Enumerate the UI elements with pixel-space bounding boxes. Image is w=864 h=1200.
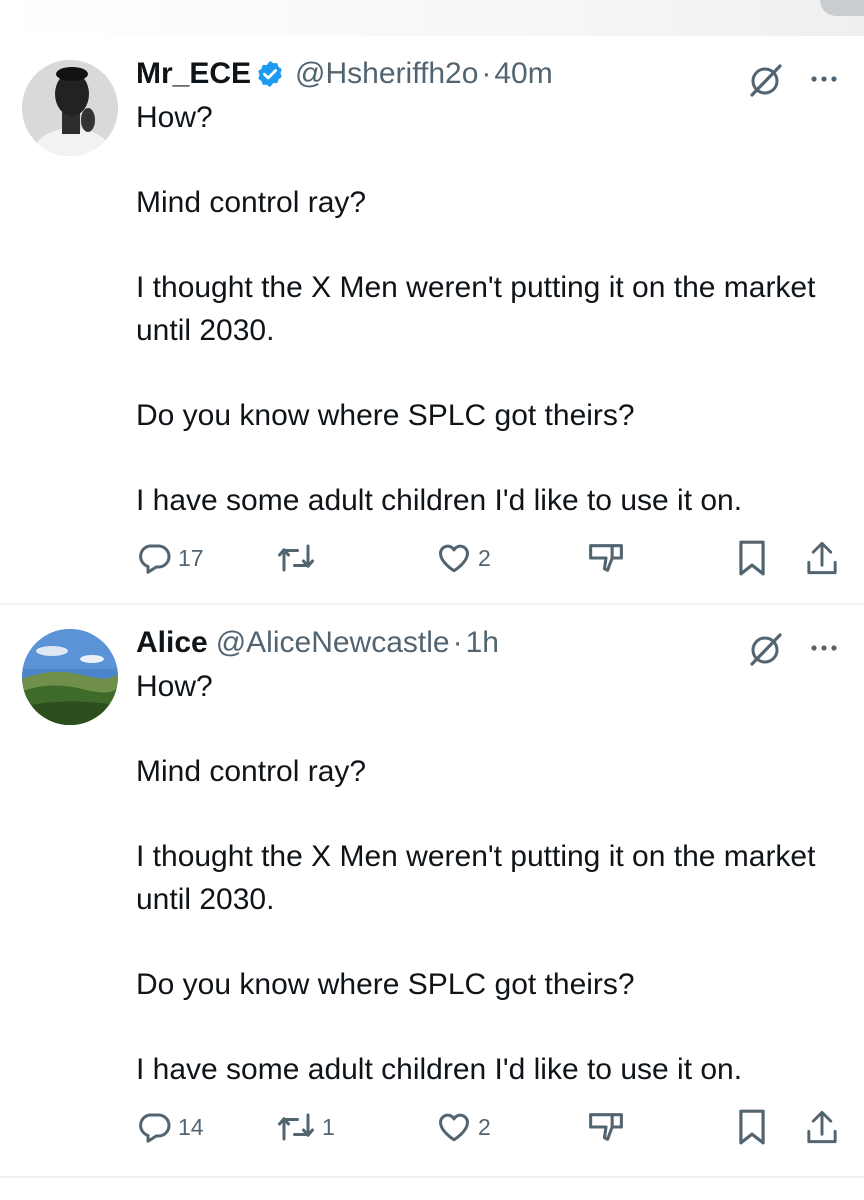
- like-icon: [438, 1113, 470, 1142]
- tweet-header: Mr_ECE @Hsheriffh2o · 40m: [136, 54, 553, 94]
- retweet-count: 1: [322, 1113, 335, 1140]
- tweet-divider: [0, 1176, 864, 1178]
- reply-icon: [139, 1113, 171, 1143]
- tweet-mr-ece[interactable]: Mr_ECE @Hsheriffh2o · 40m How? Mind cont…: [0, 36, 864, 603]
- tweet-actions: 17 2: [136, 538, 846, 578]
- bookmark-button[interactable]: [736, 1107, 768, 1147]
- tweet-paragraph: Mind control ray?: [136, 186, 367, 219]
- like-button[interactable]: 2: [436, 538, 491, 578]
- tweet-paragraph: How?: [136, 101, 213, 134]
- retweet-button[interactable]: 1: [276, 1107, 335, 1147]
- author-handle[interactable]: @Hsheriffh2o: [295, 54, 478, 94]
- tweet-paragraph: Do you know where SPLC got theirs?: [136, 968, 635, 1001]
- share-icon: [807, 1110, 837, 1144]
- like-count: 2: [478, 1113, 491, 1140]
- retweet-icon: [278, 1113, 314, 1141]
- tweet-paragraph: Mind control ray?: [136, 755, 367, 788]
- timestamp[interactable]: 40m: [494, 54, 552, 94]
- downvote-icon: [589, 544, 623, 572]
- downvote-button[interactable]: [586, 1107, 626, 1147]
- like-icon: [438, 544, 470, 573]
- reply-icon: [139, 544, 171, 574]
- share-icon: [807, 541, 837, 575]
- tweet-actions: 14 1 2: [136, 1107, 846, 1147]
- tweet-paragraph: I have some adult children I'd like to u…: [136, 484, 743, 517]
- tweet-paragraph: I thought the X Men weren't putting it o…: [136, 840, 816, 916]
- tweet-alice[interactable]: Alice @AliceNewcastle · 1h How? Mind con…: [0, 605, 864, 1176]
- bookmark-button[interactable]: [736, 538, 768, 578]
- grok-icon[interactable]: [746, 629, 786, 669]
- like-count: 2: [478, 544, 491, 571]
- reply-count: 14: [178, 1113, 204, 1140]
- top-strip: [0, 0, 864, 36]
- reply-thread: Mr_ECE @Hsheriffh2o · 40m How? Mind cont…: [0, 0, 864, 1200]
- more-options-icon[interactable]: [806, 633, 842, 663]
- verified-badge-icon: [255, 59, 285, 89]
- like-button[interactable]: 2: [436, 1107, 491, 1147]
- reply-button[interactable]: 17: [136, 538, 204, 578]
- tweet-text: How? Mind control ray? I thought the X M…: [136, 96, 836, 522]
- avatar[interactable]: [22, 60, 118, 156]
- retweet-icon: [278, 544, 314, 572]
- separator-dot: ·: [452, 626, 463, 659]
- reply-count: 17: [178, 544, 204, 571]
- tweet-paragraph: Do you know where SPLC got theirs?: [136, 399, 635, 432]
- bookmark-icon: [739, 1109, 765, 1145]
- reply-button[interactable]: 14: [136, 1107, 204, 1147]
- share-button[interactable]: [804, 538, 840, 578]
- tweet-paragraph: I thought the X Men weren't putting it o…: [136, 271, 816, 347]
- downvote-icon: [589, 1113, 623, 1141]
- bookmark-icon: [739, 540, 765, 576]
- tweet-paragraph: How?: [136, 670, 213, 703]
- tweet-paragraph: I have some adult children I'd like to u…: [136, 1053, 743, 1086]
- avatar[interactable]: [22, 629, 118, 725]
- share-button[interactable]: [804, 1107, 840, 1147]
- downvote-button[interactable]: [586, 538, 626, 578]
- retweet-button[interactable]: [276, 538, 322, 578]
- author-name[interactable]: Alice: [136, 623, 208, 663]
- more-options-icon[interactable]: [806, 64, 842, 94]
- timestamp[interactable]: 1h: [466, 623, 499, 663]
- separator-dot: ·: [481, 57, 492, 90]
- scrollbar-thumb[interactable]: [820, 0, 864, 16]
- grok-icon[interactable]: [746, 60, 786, 100]
- author-handle[interactable]: @AliceNewcastle: [216, 623, 450, 663]
- author-name[interactable]: Mr_ECE: [136, 54, 251, 94]
- tweet-text: How? Mind control ray? I thought the X M…: [136, 665, 836, 1091]
- tweet-header: Alice @AliceNewcastle · 1h: [136, 623, 499, 663]
